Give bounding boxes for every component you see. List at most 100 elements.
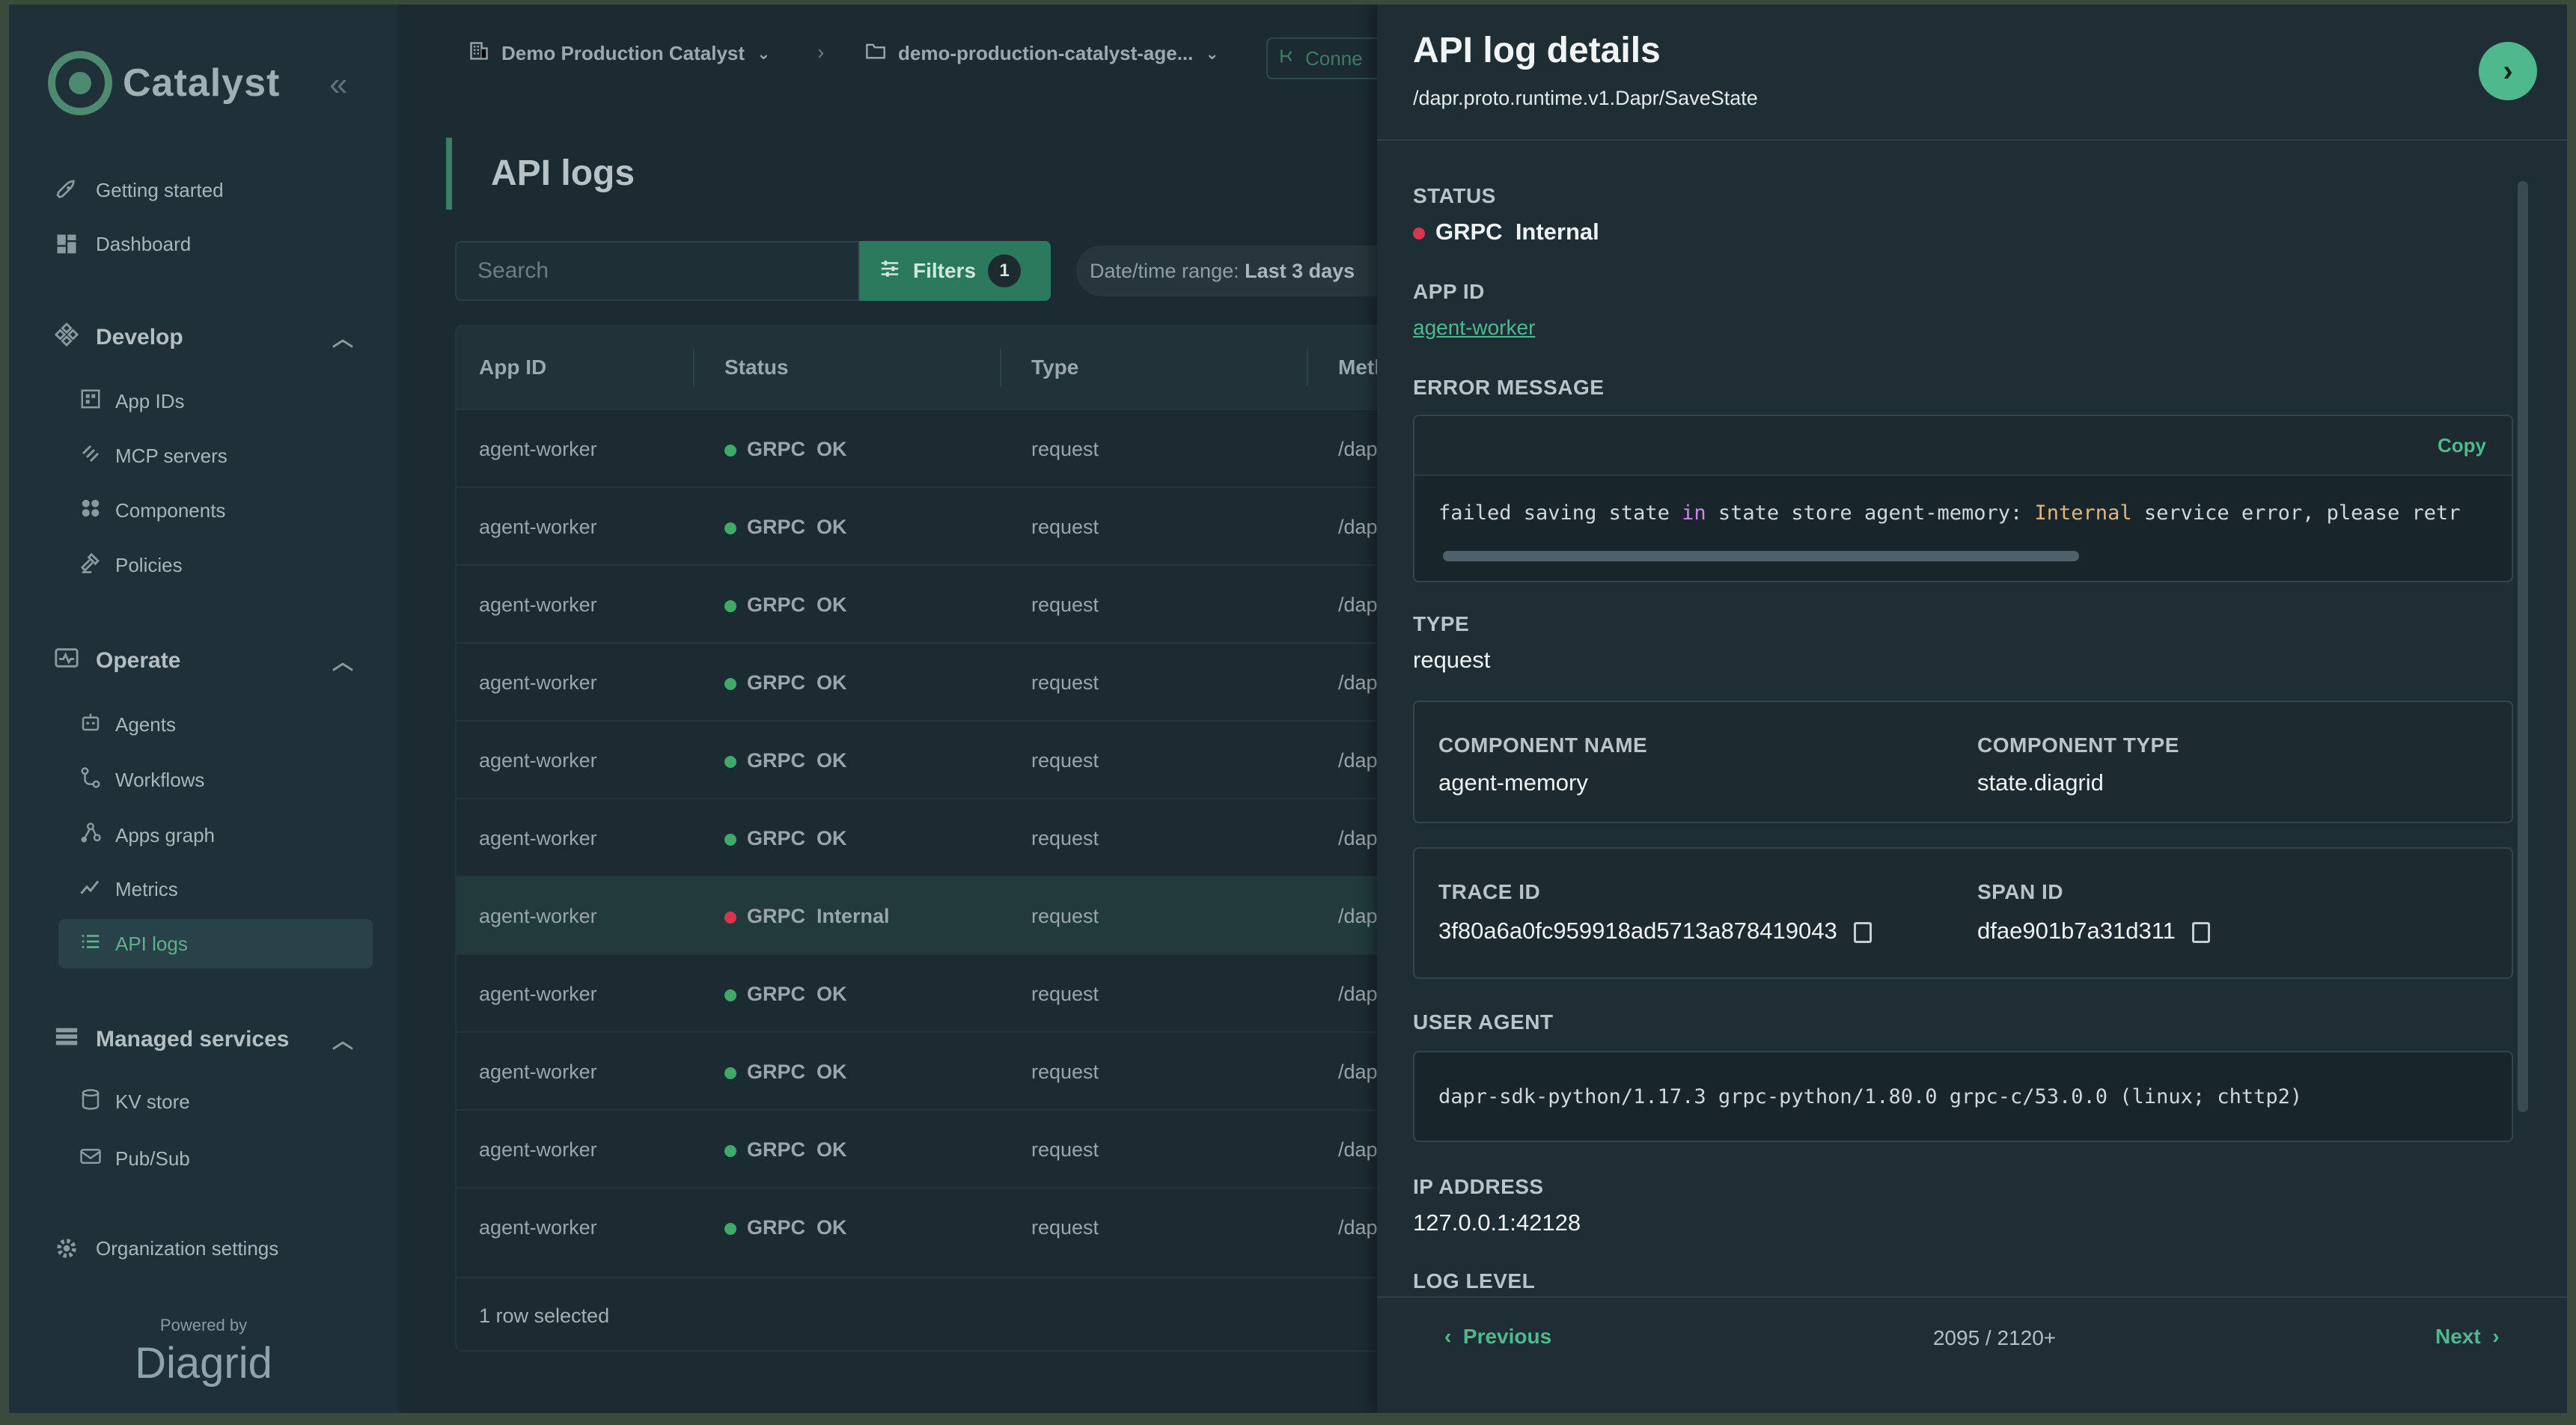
cell-method: /dapr [1338,438,1383,460]
dashboard-icon [54,231,79,257]
sidebar-item-kv-store[interactable]: KV store [79,1081,190,1123]
close-panel-button[interactable]: › [2479,42,2537,100]
table-row[interactable]: agent-worker GRPC OK request/dapr [457,953,1382,1031]
table-row[interactable]: agent-worker GRPC OK request/dapr [457,409,1382,486]
search-input[interactable]: Search [455,241,859,301]
gavel-icon [79,552,102,579]
span-id-label: SPAN ID [1977,880,2063,903]
table-row[interactable]: agent-worker GRPC OK request/dapr [457,486,1382,564]
app-id-link[interactable]: agent-worker [1413,316,1535,340]
copy-button[interactable]: Copy [2438,434,2486,457]
ip-address-value: 127.0.0.1:42128 [1413,1209,1581,1236]
pager-position: 2095 / 2120+ [1932,1326,2057,1349]
copy-icon[interactable] [2191,921,2210,943]
managed-services-icon [54,1024,79,1055]
cell-type: request [1031,1138,1099,1161]
column-divider [1307,349,1308,386]
database-icon [79,1088,102,1116]
sidebar-item-agents[interactable]: Agents [79,704,176,745]
workflow-icon [79,766,102,794]
sidebar-section-develop[interactable]: Develop ︿ [54,322,353,353]
cell-method: /dapr [1338,1061,1383,1083]
cell-type: request [1031,749,1099,772]
double-chevron-left-icon[interactable]: « [329,66,347,103]
chevron-up-icon[interactable]: ︿ [332,1025,353,1055]
column-divider [693,349,695,386]
table-row[interactable]: agent-worker GRPC OK request/dapr [457,1109,1382,1187]
sidebar-item-label: API logs [115,932,188,955]
sidebar-item-label: Getting started [96,178,224,201]
filters-button[interactable]: Filters 1 [859,241,1051,301]
cell-method: /dapr [1338,594,1383,616]
trace-id-label: TRACE ID [1438,880,1541,903]
column-header-app-id[interactable]: App ID [479,326,546,409]
component-name-value: agent-memory [1438,769,1588,796]
folder-icon [865,40,886,67]
sidebar-item-app-ids[interactable]: App IDs [79,380,185,422]
status-code: GRPC [747,983,806,1005]
horizontal-scrollbar[interactable] [1443,551,2079,561]
column-header-type[interactable]: Type [1031,326,1078,409]
panel-scrollbar[interactable] [2518,181,2528,1112]
breadcrumb-org-label: Demo Production Catalyst [501,42,745,64]
connect-label: Conne [1305,46,1363,70]
status-value: GRPC Internal [1413,219,1599,245]
sidebar-item-policies[interactable]: Policies [79,544,183,586]
cell-type: request [1031,1061,1099,1083]
sidebar-item-label: Dashboard [96,232,192,255]
app-window: Catalyst « Getting started Dashboard Dev… [9,4,2567,1413]
sidebar-item-label: KV store [115,1090,190,1113]
sidebar-section-managed-services[interactable]: Managed services ︿ [54,1024,353,1055]
sidebar-item-dashboard[interactable]: Dashboard [54,223,191,265]
column-header-status[interactable]: Status [724,326,789,409]
sidebar-item-getting-started[interactable]: Getting started [54,169,224,211]
chevron-up-icon[interactable]: ︿ [332,646,353,676]
error-message-label: ERROR MESSAGE [1413,376,1605,399]
next-button[interactable]: Next › [2435,1325,2500,1349]
cell-app-id: agent-worker [479,671,597,694]
robot-icon [79,711,102,739]
cell-type: request [1031,983,1099,1005]
rocket-icon [54,177,79,203]
sidebar-item-apps-graph[interactable]: Apps graph [79,814,215,856]
cell-status: GRPC OK [724,410,847,488]
ip-address-label: IP ADDRESS [1413,1175,1544,1198]
date-range-chip[interactable]: Date/time range: Last 3 days [1076,245,1405,296]
sidebar-item-api-logs[interactable]: API logs [58,919,373,968]
copy-icon[interactable] [1853,921,1872,943]
table-row[interactable]: agent-worker GRPC OK request/dapr [457,1187,1382,1265]
status-dot [1413,227,1425,239]
cell-status: GRPC OK [724,1033,847,1111]
connect-button[interactable]: Conne [1266,37,1386,79]
mail-icon [79,1145,102,1173]
sidebar-item-organization-settings[interactable]: Organization settings [54,1227,278,1269]
cell-method: /dapr [1338,1138,1383,1161]
breadcrumb-project[interactable]: demo-production-catalyst-age... ⌄ [865,40,1219,67]
error-text-keyword: in [1682,501,1706,525]
table-row[interactable]: agent-worker GRPC Internal request/dapr [457,876,1382,953]
breadcrumb-org[interactable]: Demo Production Catalyst ⌄ [468,40,771,67]
table-row[interactable]: agent-worker GRPC OK request/dapr [457,642,1382,720]
sidebar-item-mcp-servers[interactable]: MCP servers [79,435,228,477]
table-row[interactable]: agent-worker GRPC OK request/dapr [457,1031,1382,1109]
sidebar-item-metrics[interactable]: Metrics [79,868,178,910]
table-row[interactable]: agent-worker GRPC OK request/dapr [457,798,1382,876]
app-logo[interactable]: Catalyst [48,51,280,115]
table-row[interactable]: agent-worker GRPC OK request/dapr [457,720,1382,798]
sidebar-item-label: Organization settings [96,1236,279,1260]
status-code: GRPC [747,671,806,694]
column-header-method[interactable]: Meth [1338,326,1382,409]
table-row[interactable]: agent-worker GRPC OK request/dapr [457,564,1382,642]
sidebar-section-operate[interactable]: Operate ︿ [54,645,353,677]
sidebar-item-workflows[interactable]: Workflows [79,759,204,801]
date-range-value: Last 3 days [1245,260,1355,282]
error-message-header: Copy [1414,416,2512,476]
trace-id-value: 3f80a6a0fc959918ad5713a878419043 [1438,918,1872,945]
chevron-up-icon[interactable]: ︿ [332,323,353,353]
user-agent-box: dapr-sdk-python/1.17.3 grpc-python/1.80.… [1413,1051,2513,1142]
diagrid-logo[interactable]: Diagrid [9,1338,398,1388]
sidebar-item-pub-sub[interactable]: Pub/Sub [79,1138,190,1180]
sidebar-item-components[interactable]: Components [79,489,225,531]
app-ids-icon [79,388,102,415]
trace-card: TRACE ID 3f80a6a0fc959918ad5713a87841904… [1413,847,2513,979]
